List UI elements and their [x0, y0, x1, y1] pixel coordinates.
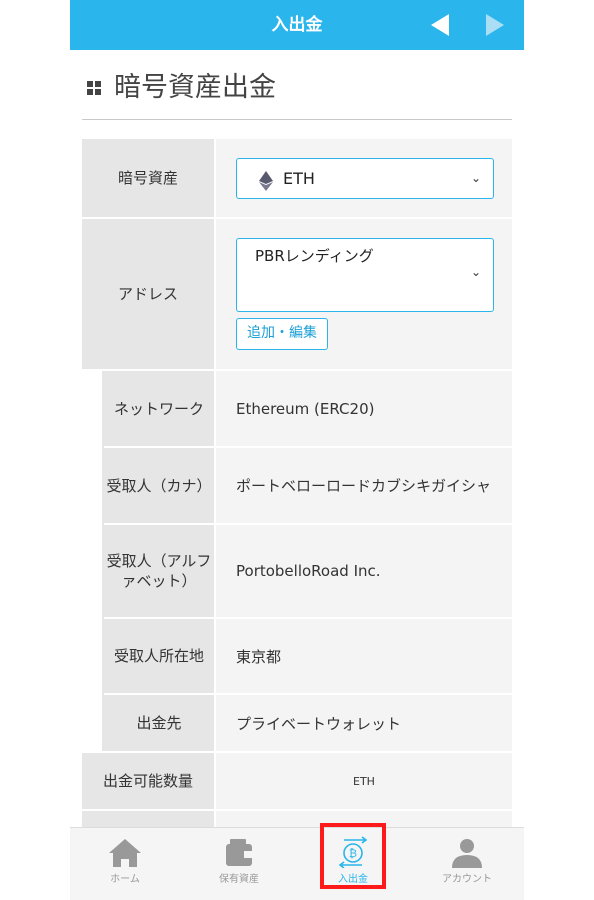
- header-bar: 入出金: [70, 0, 524, 50]
- bottom-tab-bar: ホーム 保有資産 ₿ 入出金 アカウント: [70, 827, 524, 900]
- destination-value: プライベートウォレット: [216, 695, 512, 751]
- address-label: アドレス: [82, 219, 214, 369]
- asset-label: 暗号資産: [82, 139, 214, 217]
- forward-arrow-icon[interactable]: [486, 14, 504, 36]
- wallet-icon: [226, 839, 252, 866]
- title-divider: [82, 119, 512, 120]
- tab-account-label: アカウント: [442, 874, 492, 885]
- app-screen: 入出金 暗号資産出金 暗号資産 ETH ⌄ アドレス PBRレンディング ⌄ 追…: [70, 0, 524, 900]
- tab-holdings[interactable]: 保有資産: [184, 828, 294, 900]
- recipient-kana-label: 受取人（カナ）: [104, 448, 214, 523]
- add-edit-address-button[interactable]: 追加・編集: [236, 318, 328, 350]
- tab-account[interactable]: アカウント: [412, 828, 522, 900]
- address-row: アドレス PBRレンディング ⌄ 追加・編集: [82, 219, 512, 369]
- asset-select-value: ETH: [283, 169, 315, 188]
- asset-select[interactable]: ETH ⌄: [236, 158, 494, 199]
- available-row: 出金可能数量 ETH: [82, 753, 512, 809]
- user-icon: [452, 839, 482, 868]
- tab-holdings-label: 保有資産: [219, 874, 259, 885]
- home-icon: [109, 839, 141, 867]
- recipient-alpha-value: PortobelloRoad Inc.: [216, 525, 512, 617]
- highlight-box: [320, 823, 386, 889]
- back-arrow-icon[interactable]: [431, 14, 449, 36]
- network-value: Ethereum (ERC20): [216, 371, 512, 446]
- recipient-location-value: 東京都: [216, 619, 512, 693]
- address-cell: PBRレンディング ⌄ 追加・編集: [216, 219, 512, 369]
- grid-icon: [87, 81, 101, 95]
- recipient-alpha-label: 受取人（アルファベット）: [104, 525, 214, 617]
- indent-gap: [82, 371, 102, 751]
- available-value: ETH: [216, 753, 512, 809]
- address-select[interactable]: PBRレンディング ⌄: [236, 238, 494, 312]
- available-label: 出金可能数量: [82, 753, 214, 809]
- destination-label: 出金先: [104, 695, 214, 751]
- page-title: 暗号資産出金: [114, 72, 276, 103]
- indent-rule: [102, 371, 104, 751]
- tab-home-label: ホーム: [110, 874, 140, 885]
- recipient-location-label: 受取人所在地: [104, 619, 214, 693]
- recipient-kana-value: ポートベローロードカブシキガイシャ: [216, 448, 512, 523]
- asset-row: 暗号資産 ETH ⌄: [82, 139, 512, 217]
- network-label: ネットワーク: [104, 371, 214, 446]
- detail-row-recipient-alpha: 受取人（アルファベット） PortobelloRoad Inc.: [82, 525, 512, 617]
- tab-home[interactable]: ホーム: [70, 828, 180, 900]
- detail-row-address-location: 受取人所在地 東京都: [82, 619, 512, 693]
- address-select-value: PBRレンディング: [255, 247, 374, 265]
- detail-row-recipient-kana: 受取人（カナ） ポートベローロードカブシキガイシャ: [82, 448, 512, 523]
- header-title: 入出金: [271, 15, 323, 35]
- chevron-down-icon: ⌄: [471, 265, 482, 279]
- detail-row-network: ネットワーク Ethereum (ERC20): [82, 371, 512, 446]
- asset-cell: ETH ⌄: [216, 139, 512, 217]
- chevron-down-icon: ⌄: [471, 171, 482, 185]
- detail-row-destination: 出金先 プライベートウォレット: [82, 695, 512, 751]
- ethereum-icon: [259, 171, 273, 191]
